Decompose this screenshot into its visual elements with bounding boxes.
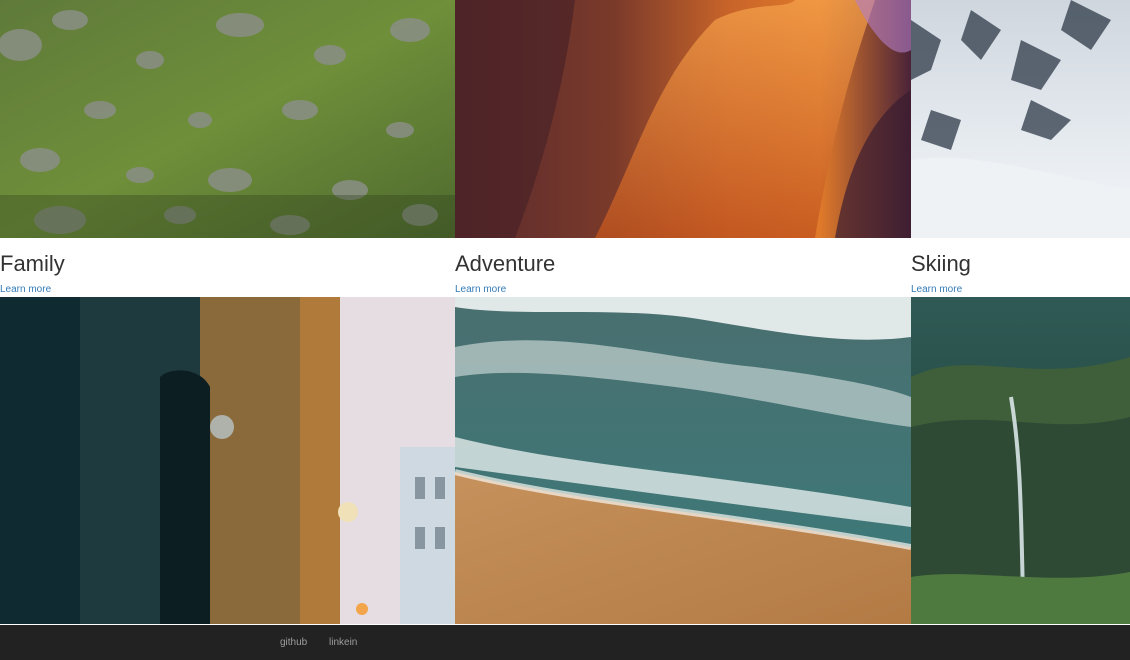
skiing-photo-cell	[911, 0, 1130, 238]
photo-grid: Family Learn more Adventure Learn more S…	[0, 0, 1130, 625]
learn-more-link[interactable]: Learn more	[455, 284, 506, 296]
card-title: Skiing	[911, 251, 971, 276]
footer-link-linkein[interactable]: linkein	[329, 637, 357, 649]
family-photo-cell	[0, 0, 455, 238]
card-adventure: Adventure Learn more	[455, 238, 911, 297]
learn-more-link[interactable]: Learn more	[0, 284, 51, 296]
old-town-street-buildings-photo	[0, 297, 455, 624]
card-title: Family	[0, 251, 65, 276]
snowy-mountain-glacier-photo	[911, 0, 1130, 238]
footer-link-github[interactable]: github	[280, 637, 307, 649]
sandstone-slot-canyon-photo	[455, 0, 911, 238]
caption-row: Family Learn more Adventure Learn more S…	[0, 238, 1130, 297]
street-photo-cell	[0, 297, 455, 624]
mossy-rocky-hillside-photo	[0, 0, 455, 238]
top-photo-row	[0, 0, 1130, 238]
waterfall-green-cliff-photo	[911, 297, 1130, 624]
footer: github linkein	[0, 625, 1130, 660]
waterfall-photo-cell	[911, 297, 1130, 624]
adventure-photo-cell	[455, 0, 911, 238]
learn-more-link[interactable]: Learn more	[911, 284, 962, 296]
card-skiing: Skiing Learn more	[911, 238, 1130, 297]
bottom-photo-row	[0, 297, 1130, 624]
ocean-waves-sandy-beach-photo	[455, 297, 911, 624]
beach-photo-cell	[455, 297, 911, 624]
card-family: Family Learn more	[0, 238, 455, 297]
card-title: Adventure	[455, 251, 556, 276]
